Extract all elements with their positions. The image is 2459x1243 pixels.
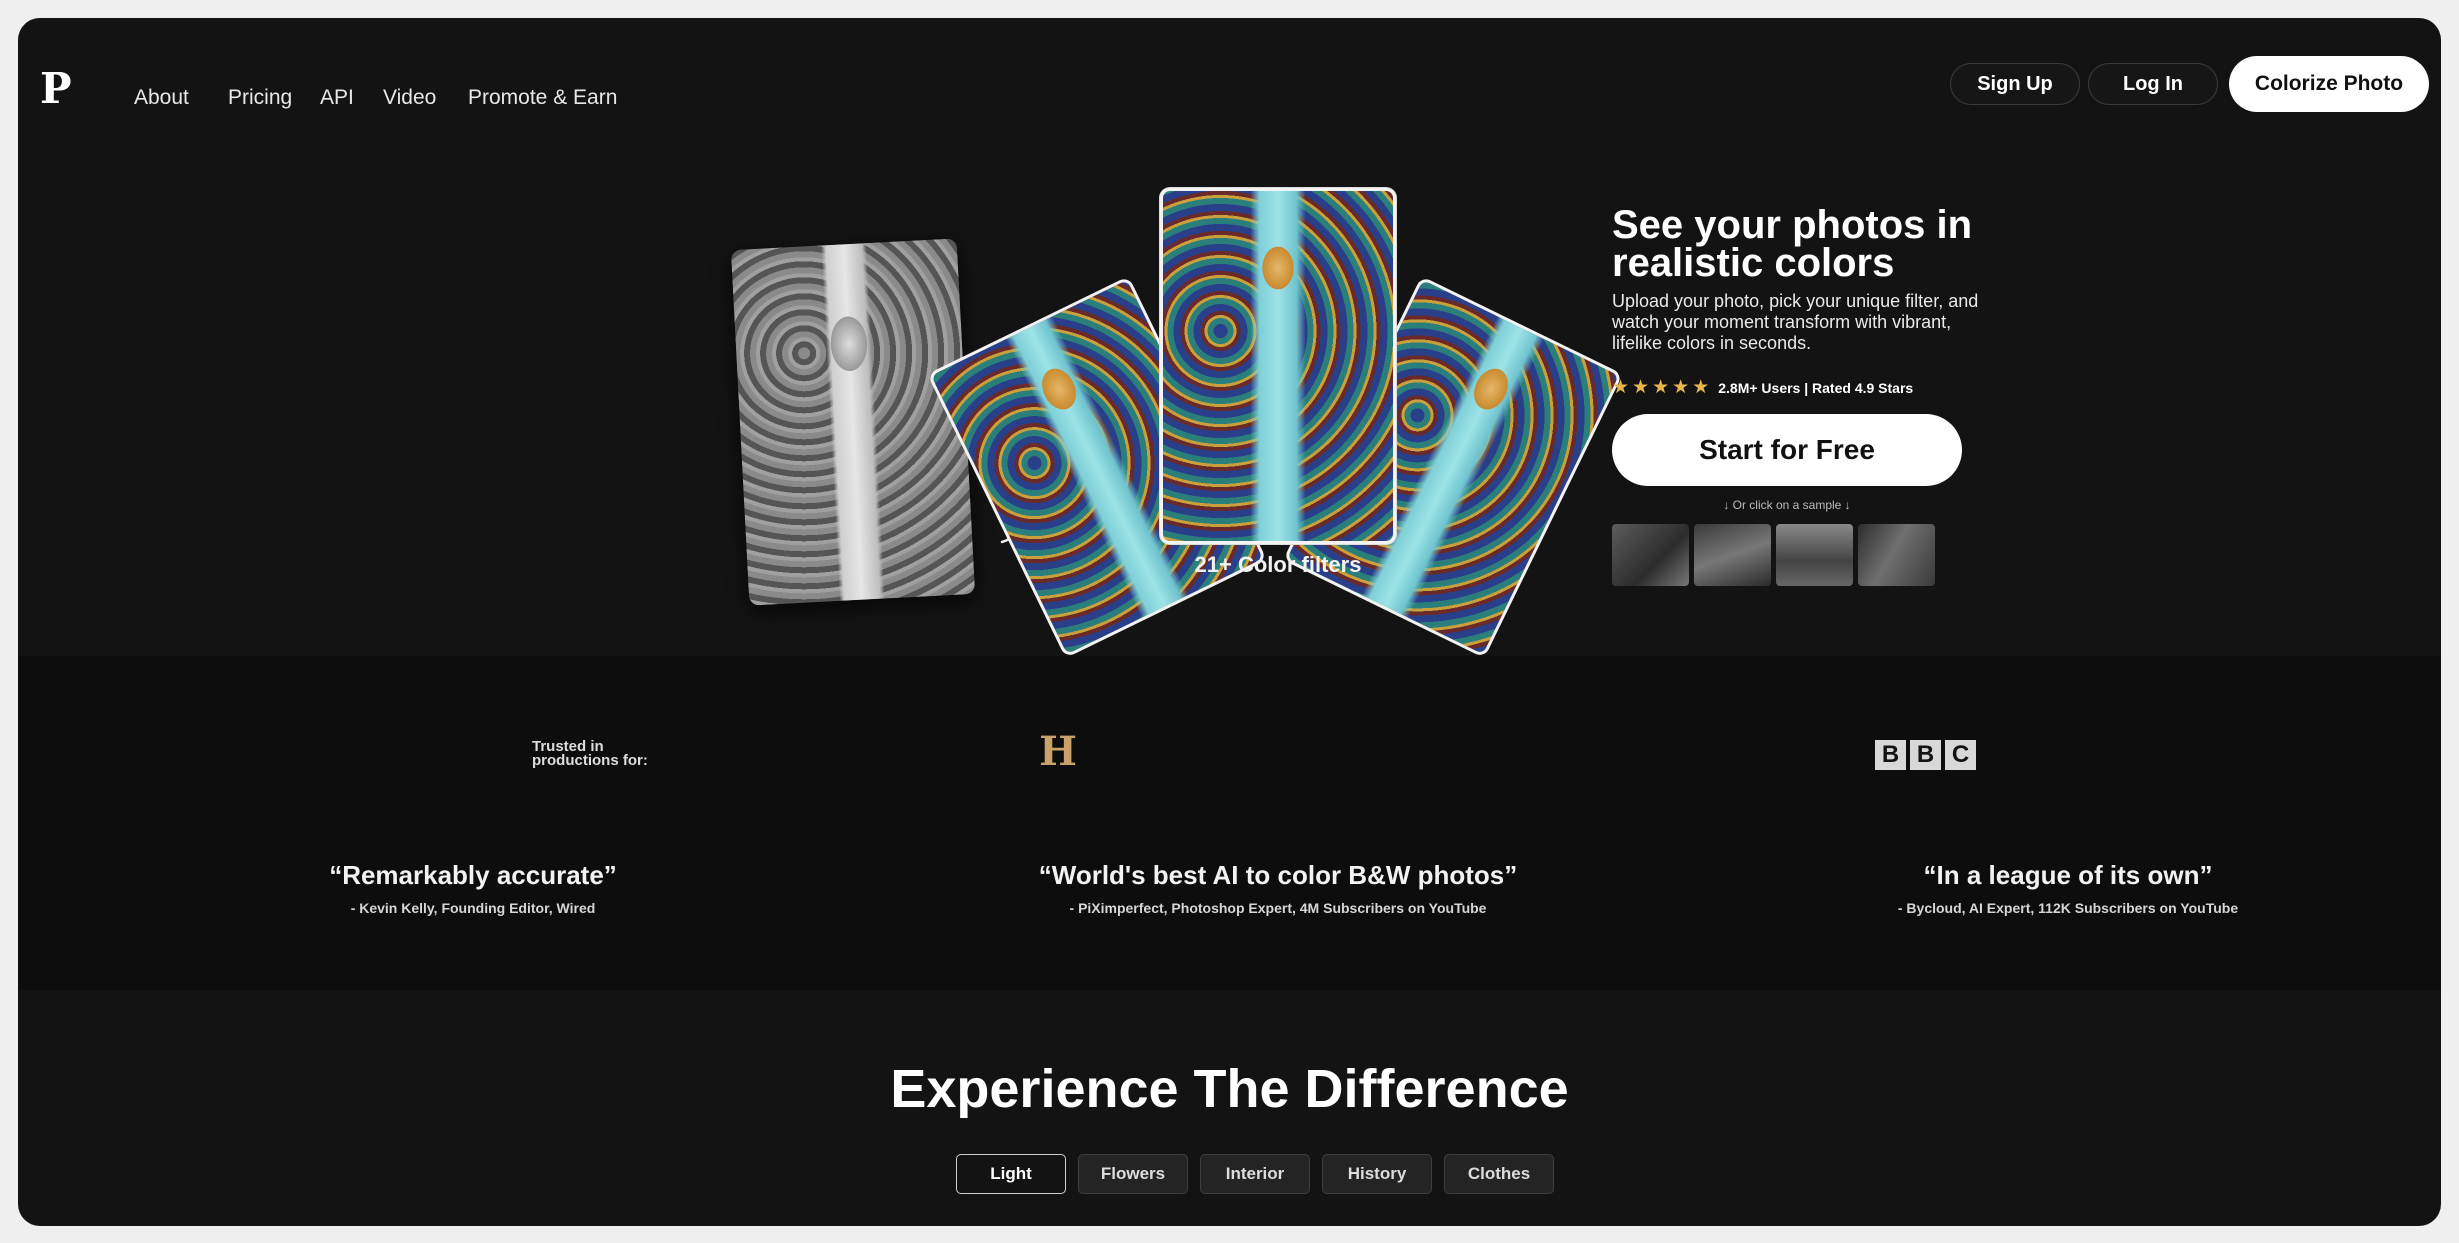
sample-thumbnail[interactable] — [1858, 524, 1935, 586]
tab-interior[interactable]: Interior — [1200, 1154, 1310, 1194]
quote-text: “In a league of its own” — [1923, 860, 2213, 890]
experience-title: Experience The Difference — [890, 1059, 1569, 1119]
rating-row: ★ ★ ★ ★ ★ 2.8M+ Users | Rated 4.9 Stars — [1612, 376, 1913, 399]
star-icon: ★ — [1652, 377, 1670, 398]
start-for-free-button[interactable]: Start for Free — [1612, 414, 1962, 486]
sample-thumbnails — [1612, 524, 1935, 586]
nav-link-api[interactable]: API — [320, 86, 354, 110]
tab-clothes[interactable]: Clothes — [1444, 1154, 1554, 1194]
history-logo: H — [1039, 728, 1077, 775]
sample-thumbnail[interactable] — [1612, 524, 1689, 586]
sample-thumbnail[interactable] — [1776, 524, 1853, 586]
site-logo[interactable]: P — [40, 64, 72, 113]
tab-history[interactable]: History — [1322, 1154, 1432, 1194]
log-in-button[interactable]: Log In — [2088, 63, 2218, 105]
browser-viewport: P About Pricing API Video Promote & Earn… — [18, 18, 2441, 1226]
bbc-letter: B — [1875, 740, 1906, 770]
filters-caption: 21+ Color filters — [1194, 552, 1362, 577]
quote-author: - Bycloud, AI Expert, 112K Subscribers o… — [1897, 900, 2239, 916]
tab-light[interactable]: Light — [956, 1154, 1066, 1194]
rating-text: 2.8M+ Users | Rated 4.9 Stars — [1718, 379, 1914, 396]
nav-link-about[interactable]: About — [134, 86, 189, 110]
bbc-letter: B — [1910, 740, 1941, 770]
quote-author: - Kevin Kelly, Founding Editor, Wired — [350, 900, 596, 916]
star-icon: ★ — [1672, 377, 1690, 398]
trusted-label-line: productions for: — [532, 752, 648, 769]
nav-link-video[interactable]: Video — [383, 86, 436, 110]
sign-up-button[interactable]: Sign Up — [1950, 63, 2080, 105]
hero-description: Upload your photo, pick your unique filt… — [1612, 291, 1979, 353]
tab-flowers[interactable]: Flowers — [1078, 1154, 1188, 1194]
star-icon: ★ — [1612, 377, 1630, 398]
nav-link-promote[interactable]: Promote & Earn — [468, 86, 617, 110]
hero-title: See your photos in realistic colors — [1612, 203, 1973, 285]
nav-link-pricing[interactable]: Pricing — [228, 86, 292, 110]
experience-tabs: Light Flowers Interior History Clothes — [956, 1154, 1554, 1194]
star-icon: ★ — [1632, 377, 1650, 398]
bbc-letter: C — [1945, 740, 1976, 770]
trusted-label: Trusted in productions for: — [532, 739, 648, 769]
bbc-logo: B B C — [1875, 740, 1976, 770]
star-icon: ★ — [1692, 377, 1710, 398]
trusted-band — [18, 656, 2441, 990]
sample-thumbnail[interactable] — [1694, 524, 1771, 586]
bw-photo-image — [730, 238, 976, 606]
quote-author: - PiXimperfect, Photoshop Expert, 4M Sub… — [1069, 900, 1487, 916]
quote-text: “Remarkably accurate” — [329, 860, 617, 890]
color-filter-photo-center — [1160, 188, 1396, 544]
quote-text: “World's best AI to color B&W photos” — [1038, 860, 1518, 890]
colorize-photo-button[interactable]: Colorize Photo — [2229, 56, 2429, 112]
sample-hint: ↓ Or click on a sample ↓ — [1723, 498, 1851, 512]
